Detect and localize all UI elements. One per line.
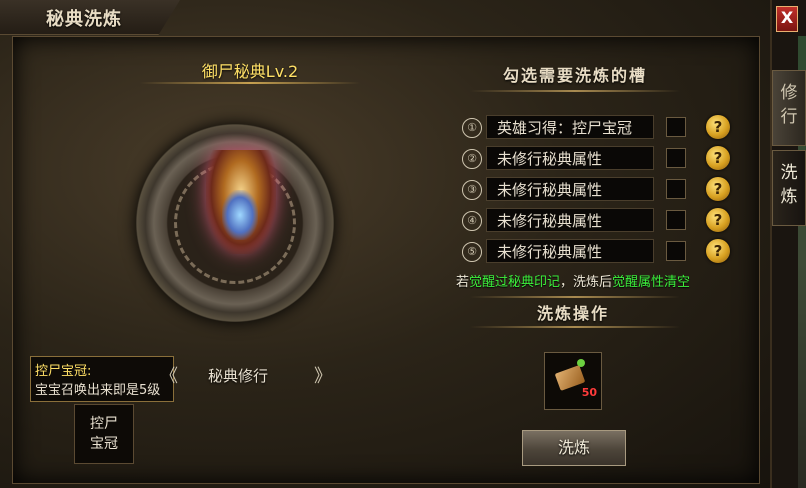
refine-button[interactable]: 洗炼 — [522, 430, 626, 466]
warning-highlight: 觉醒属性清空 — [612, 275, 691, 290]
book-title: 御尸秘典Lv.2 — [201, 62, 299, 81]
awaken-warning: 若觉醒过秘典印记，洗炼后觉醒属性清空 — [456, 271, 736, 290]
title-bar[interactable]: 秘典洗炼 — [0, 0, 180, 35]
window-title: 秘典洗炼 — [46, 9, 122, 30]
slot-checkbox[interactable] — [666, 179, 686, 199]
op-divider-bottom — [470, 326, 680, 328]
slot-number: ① — [462, 118, 482, 138]
train-button[interactable]: 《 秘典修行 》 — [160, 362, 332, 387]
slot-number: ② — [462, 149, 482, 169]
skill-slot-line2: 宝冠 — [90, 436, 118, 452]
op-divider-top — [470, 296, 680, 298]
skill-info-box: 控尸宝冠: 宝宝召唤出来即是5级 — [30, 356, 174, 402]
tab-train[interactable]: 修行 — [772, 70, 806, 146]
help-icon[interactable]: ? — [706, 239, 730, 263]
skill-info-title: 控尸宝冠: — [35, 364, 92, 379]
warning-highlight: 觉醒过秘典印记 — [469, 275, 561, 290]
chevron-right-icon: 》 — [314, 366, 332, 387]
book-glow-icon — [222, 190, 258, 240]
warning-text: ，洗炼后 — [560, 275, 613, 290]
skill-slot-line1: 控尸 — [90, 416, 118, 432]
slot-field: 英雄习得：控尸宝冠 — [486, 115, 654, 139]
tab-refine-label: 洗炼 — [780, 163, 798, 207]
slot-checkbox[interactable] — [666, 241, 686, 261]
help-icon[interactable]: ? — [706, 208, 730, 232]
slot-field: 未修行秘典属性 — [486, 177, 654, 201]
slot-checkbox[interactable] — [666, 148, 686, 168]
close-button[interactable]: X — [776, 6, 798, 32]
slot-row-3: ③ 未修行秘典属性 ? — [460, 177, 730, 203]
operation-title: 洗炼操作 — [536, 304, 609, 323]
tab-refine[interactable]: 洗炼 — [772, 150, 806, 226]
item-count: 50 — [581, 386, 597, 399]
refine-window: 秘典洗炼 御尸秘典Lv.2 控尸宝冠: 宝宝召唤出来即是5级 《 秘典修行 》 … — [0, 0, 772, 488]
slot-row-5: ⑤ 未修行秘典属性 ? — [460, 239, 730, 265]
slot-row-4: ④ 未修行秘典属性 ? — [460, 208, 730, 234]
tab-train-label: 修行 — [780, 83, 798, 127]
title-divider — [140, 82, 360, 84]
slot-field: 未修行秘典属性 — [486, 208, 654, 232]
skill-slot-label: 控尸 宝冠 — [75, 414, 133, 454]
material-slot[interactable]: 50 — [544, 352, 602, 410]
slot-number: ④ — [462, 211, 482, 231]
slot-checkbox[interactable] — [666, 117, 686, 137]
slot-row-2: ② 未修行秘典属性 ? — [460, 146, 730, 172]
slot-number: ⑤ — [462, 242, 482, 262]
skill-info-description: 宝宝召唤出来即是5级 — [35, 383, 161, 398]
chevron-left-icon: 《 — [160, 366, 178, 387]
section-divider — [470, 90, 680, 92]
help-icon[interactable]: ? — [706, 177, 730, 201]
slot-row-1: ① 英雄习得：控尸宝冠 ? — [460, 115, 730, 141]
warning-text: 若 — [456, 275, 470, 290]
skill-slot[interactable]: 控尸 宝冠 — [74, 404, 134, 464]
slot-field: 未修行秘典属性 — [486, 239, 654, 263]
section-title: 勾选需要洗炼的槽 — [502, 66, 647, 85]
train-label: 秘典修行 — [208, 367, 269, 385]
slot-field: 未修行秘典属性 — [486, 146, 654, 170]
help-icon[interactable]: ? — [706, 115, 730, 139]
slot-number: ③ — [462, 180, 482, 200]
help-icon[interactable]: ? — [706, 146, 730, 170]
slot-checkbox[interactable] — [666, 210, 686, 230]
